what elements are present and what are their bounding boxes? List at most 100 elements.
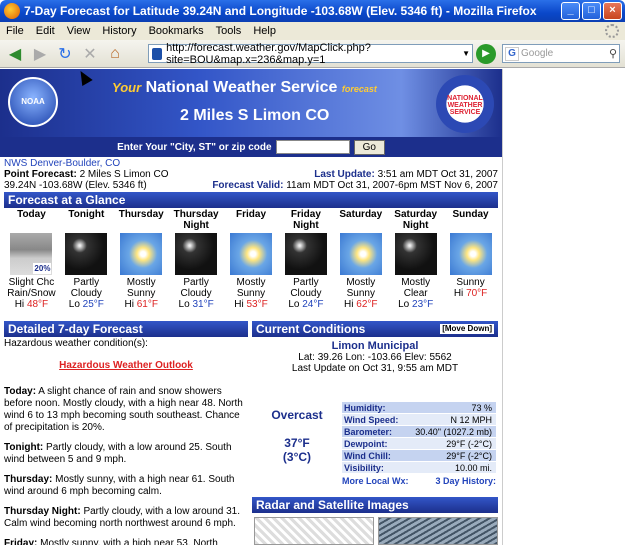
conditions-row: Wind Speed: N 12 MPH <box>342 414 496 426</box>
glance-period: Saturday Mostly Sunny Hi 62°F <box>333 209 388 319</box>
url-dropdown-icon[interactable]: ▼ <box>462 49 470 58</box>
weather-sunny-icon[interactable] <box>230 233 272 275</box>
detailed-item: Today: A slight chance of rain and snow … <box>4 386 243 433</box>
period-name: Tonight <box>68 209 105 220</box>
period-name: Thursday Night <box>173 209 219 231</box>
firefox-icon <box>4 3 20 19</box>
go-icon[interactable]: ▶ <box>476 44 496 64</box>
station-name: Limon Municipal <box>331 340 419 352</box>
detailed-item: Thursday: Mostly sunny, with a high near… <box>4 474 235 497</box>
satellite-map[interactable] <box>378 517 498 545</box>
throbber-icon <box>605 24 619 38</box>
detailed-item: Thursday Night: Partly cloudy, with a lo… <box>4 506 241 529</box>
menu-file[interactable]: File <box>6 25 24 37</box>
menu-help[interactable]: Help <box>253 25 276 37</box>
forward-icon[interactable]: ▶ <box>29 43 51 65</box>
period-temp: Hi 61°F <box>124 299 158 310</box>
period-name: Friday Night <box>290 209 321 231</box>
conditions-row: Humidity: 73 % <box>342 402 496 414</box>
period-temp: Lo 23°F <box>398 299 434 310</box>
current-condition: Overcast <box>271 408 323 422</box>
weather-night-icon[interactable] <box>175 233 218 275</box>
city-search-label: Enter Your "City, ST" or zip code <box>117 141 272 153</box>
period-desc: Partly Cloudy <box>70 277 102 299</box>
detailed-forecast: Hazardous weather condition(s): Hazardou… <box>4 338 248 545</box>
url-bar[interactable]: http://forecast.weather.gov/MapClick.php… <box>148 42 473 66</box>
more-local-link[interactable]: More Local Wx: <box>342 476 409 486</box>
period-name: Saturday Night <box>394 209 438 231</box>
weather-night-icon[interactable] <box>65 233 108 275</box>
conditions-row: Barometer: 30.40" (1027.2 mb) <box>342 426 496 438</box>
weather-night-icon[interactable] <box>284 233 327 275</box>
weather-sunny-icon[interactable] <box>449 233 492 275</box>
period-name: Today <box>17 209 46 220</box>
weather-sunny-icon[interactable] <box>339 233 382 275</box>
home-icon[interactable]: ⌂ <box>104 43 126 65</box>
period-name: Friday <box>236 209 267 220</box>
window-title: 7-Day Forecast for Latitude 39.24N and L… <box>24 4 537 18</box>
office-link[interactable]: NWS Denver-Boulder, CO <box>4 158 498 169</box>
menu-history[interactable]: History <box>102 25 136 37</box>
hazard-link[interactable]: Hazardous Weather Outlook <box>4 360 248 372</box>
period-desc: Partly Cloudy <box>180 277 212 299</box>
current-temp-f: 37°F <box>284 436 310 450</box>
period-desc: Mostly Sunny <box>346 277 376 299</box>
weather-sunny-icon[interactable] <box>120 233 163 275</box>
conditions-table: Humidity: 73 % Wind Speed: N 12 MPH Baromete… <box>342 402 496 474</box>
period-desc: Slight Chc Rain/Snow <box>7 277 56 299</box>
menu-bookmarks[interactable]: Bookmarks <box>149 25 204 37</box>
glance-period: Friday Night Partly Cloudy Lo 24°F <box>278 209 333 319</box>
glance-period: Saturday Night Mostly Clear Lo 23°F <box>388 209 443 319</box>
weather-snow-icon[interactable]: 20% <box>10 233 53 275</box>
glance-period: Today 20% Slight Chc Rain/Snow Hi 48°F <box>4 209 59 319</box>
nws-logo[interactable]: NATIONAL WEATHER SERVICE <box>436 75 494 133</box>
page-blank-area <box>502 69 625 545</box>
period-name: Thursday <box>118 209 164 220</box>
search-input[interactable]: G Google ⚲ <box>502 44 620 63</box>
menu-edit[interactable]: Edit <box>36 25 55 37</box>
google-icon[interactable]: G <box>505 46 519 61</box>
station-last-update: Last Update on Oct 31, 9:55 am MDT <box>291 363 459 374</box>
close-button[interactable]: × <box>603 2 622 20</box>
site-icon <box>152 47 163 60</box>
maximize-button[interactable]: □ <box>582 2 601 20</box>
conditions-row: Wind Chill: 29°F (-2°C) <box>342 450 496 462</box>
period-temp: Lo 31°F <box>178 299 214 310</box>
move-down-link[interactable]: [Move Down] <box>440 324 494 334</box>
search-icon[interactable]: ⚲ <box>609 47 617 60</box>
history-link[interactable]: 3 Day History: <box>435 476 496 486</box>
city-search-input[interactable] <box>275 140 350 154</box>
menu-view[interactable]: View <box>67 25 91 37</box>
period-temp: Hi 48°F <box>14 299 49 310</box>
period-name: Saturday <box>339 209 383 220</box>
glance-header: Forecast at a Glance <box>4 192 498 208</box>
reload-icon[interactable]: ↻ <box>54 43 76 65</box>
period-temp: Lo 25°F <box>68 299 104 310</box>
weather-night-icon[interactable] <box>394 233 437 275</box>
city-go-button[interactable]: Go <box>353 139 385 155</box>
station-info: Lat: 39.26 Lon: -103.66 Elev: 5562 <box>298 352 452 363</box>
back-icon[interactable]: ◀ <box>4 43 26 65</box>
forecast-glance: Today 20% Slight Chc Rain/Snow Hi 48°F Tonig… <box>4 209 498 319</box>
detailed-item: Friday: Mostly sunny, with a high near 5… <box>4 538 218 545</box>
period-temp: Hi 53°F <box>234 299 268 310</box>
banner-location: 2 Miles S Limon CO <box>180 107 330 124</box>
hazard-label: Hazardous weather condition(s): <box>4 338 148 349</box>
point-info: NWS Denver-Boulder, CO Point Forecast: 2… <box>4 158 498 191</box>
radar-map[interactable] <box>254 517 374 545</box>
period-temp: Lo 24°F <box>288 299 324 310</box>
period-desc: Mostly Sunny <box>126 277 156 299</box>
period-temp: Hi 70°F <box>453 288 488 299</box>
period-desc: Partly Cloudy <box>290 277 322 299</box>
glance-period: Sunday Sunny Hi 70°F <box>443 209 498 319</box>
stop-icon[interactable]: ✕ <box>79 43 101 65</box>
city-search-row: Enter Your "City, ST" or zip code Go <box>0 137 502 157</box>
nws-banner: NOAA Your National Weather Service forec… <box>0 69 502 137</box>
minimize-button[interactable]: _ <box>561 2 580 20</box>
noaa-logo[interactable]: NOAA <box>8 77 58 127</box>
current-summary: Overcast 37°F (3°C) <box>252 408 342 464</box>
menu-tools[interactable]: Tools <box>216 25 242 37</box>
detailed-header: Detailed 7-day Forecast <box>4 321 248 337</box>
period-desc: Mostly Clear <box>401 277 431 299</box>
window-controls: _ □ × <box>561 2 622 20</box>
